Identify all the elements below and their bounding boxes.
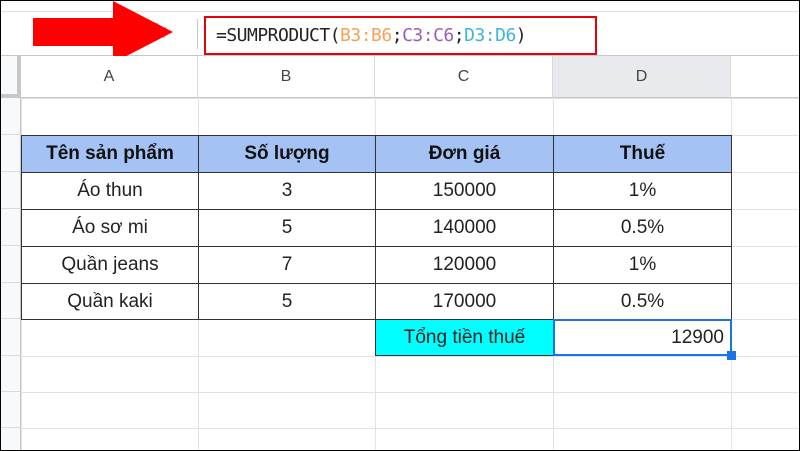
row-header[interactable] (1, 428, 21, 450)
table-cell[interactable]: Quần kaki (21, 283, 199, 320)
table-cell[interactable]: 5 (198, 209, 376, 247)
column-header-d[interactable]: D (553, 56, 731, 98)
table-cell[interactable]: 3 (198, 172, 376, 210)
table-header-cell[interactable]: Thuế (553, 135, 732, 173)
table-cell[interactable]: 0.5% (553, 209, 732, 247)
table-cell[interactable]: 1% (553, 172, 732, 210)
row-header[interactable] (1, 246, 21, 283)
row-header[interactable] (1, 392, 21, 428)
table-cell[interactable]: 150000 (375, 172, 554, 210)
formula-token: B3:B6 (340, 25, 392, 46)
table-header-cell[interactable]: Số lượng (198, 135, 376, 173)
formula-token: C3:C6 (402, 25, 454, 46)
formula-token: D3:D6 (464, 25, 516, 46)
row-header[interactable] (1, 356, 21, 392)
row-header[interactable] (1, 209, 21, 246)
table-cell[interactable]: 7 (198, 246, 376, 284)
grid-line (21, 356, 799, 357)
row-header[interactable] (1, 98, 21, 135)
table-header-cell[interactable]: Đơn giá (375, 135, 554, 173)
column-header-e[interactable] (731, 56, 799, 98)
formula-input[interactable]: =SUMPRODUCT(B3:B6;C3:C6;D3:D6) (204, 16, 597, 55)
divider (197, 19, 198, 49)
total-label-cell[interactable]: Tổng tiền thuế (375, 319, 554, 356)
row-header[interactable] (1, 319, 21, 356)
select-all-corner[interactable] (1, 56, 21, 98)
table-header-cell[interactable]: Tên sản phẩm (21, 135, 199, 173)
table-cell[interactable]: Áo thun (21, 172, 199, 210)
table-cell[interactable]: 140000 (375, 209, 554, 247)
formula-token: =SUMPRODUCT( (216, 25, 341, 46)
formula-token: ; (391, 25, 403, 46)
row-header[interactable] (1, 172, 21, 209)
column-header-a[interactable]: A (21, 56, 198, 98)
table-cell[interactable]: 120000 (375, 246, 554, 284)
table-cell[interactable]: 170000 (375, 283, 554, 320)
grid-line (21, 98, 799, 99)
column-header-b[interactable]: B (198, 56, 375, 98)
grid-line (21, 428, 799, 429)
table-cell[interactable]: 0.5% (553, 283, 732, 320)
fill-handle[interactable] (727, 351, 736, 360)
table-cell[interactable]: 5 (198, 283, 376, 320)
table-cell[interactable]: 1% (553, 246, 732, 284)
column-header-c[interactable]: C (375, 56, 553, 98)
table-cell[interactable]: Quần jeans (21, 246, 199, 284)
row-header[interactable] (1, 283, 21, 319)
total-value-cell[interactable]: 12900 (553, 319, 732, 356)
spreadsheet: fx =SUMPRODUCT(B3:B6;C3:C6;D3:D6) A B C … (0, 0, 800, 451)
formula-token: ; (453, 25, 465, 46)
grid-line (21, 392, 799, 393)
table-cell[interactable]: Áo sơ mi (21, 209, 199, 247)
row-header[interactable] (1, 135, 21, 172)
formula-token: ) (515, 25, 527, 46)
